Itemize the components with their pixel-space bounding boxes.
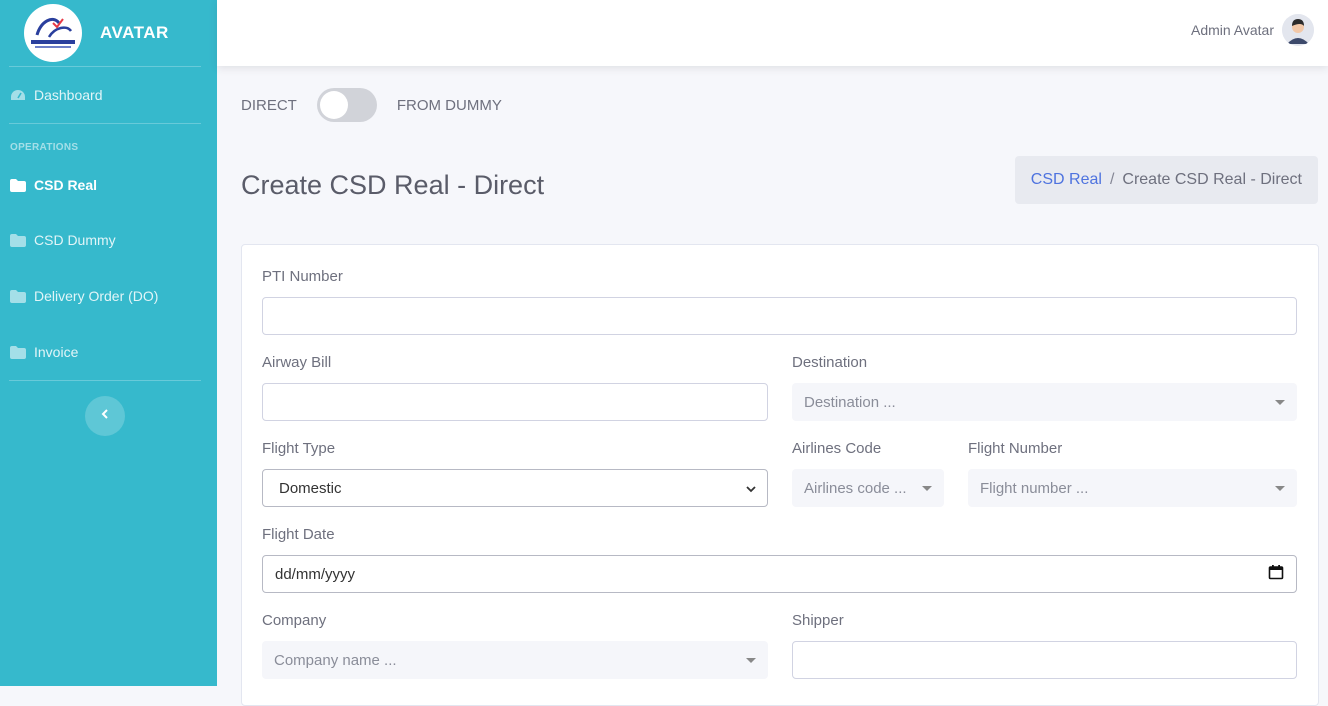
- mode-from-dummy-label: FROM DUMMY: [396, 96, 502, 114]
- shipper-input[interactable]: [792, 641, 1297, 679]
- mode-toggle[interactable]: [316, 88, 377, 122]
- caret-down-icon: [922, 485, 932, 491]
- sidebar-item-delivery-order[interactable]: Delivery Order (DO): [0, 268, 217, 324]
- brand[interactable]: AVATAR: [0, 0, 217, 66]
- mode-switch: DIRECT FROM DUMMY: [241, 88, 502, 122]
- shipper-label: Shipper: [792, 612, 844, 629]
- flight-type-value: Domestic: [279, 479, 342, 497]
- calendar-icon[interactable]: [1268, 564, 1284, 584]
- company-select[interactable]: Company name ...: [262, 641, 768, 679]
- sidebar-item-label: CSD Real: [34, 177, 98, 193]
- airlines-code-select[interactable]: Airlines code ...: [792, 469, 944, 507]
- breadcrumb-current: Create CSD Real - Direct: [1122, 171, 1302, 188]
- caret-down-icon: [1275, 399, 1285, 405]
- breadcrumb-separator: /: [1109, 171, 1115, 188]
- sidebar-item-label: CSD Dummy: [34, 232, 116, 248]
- destination-placeholder: Destination ...: [804, 393, 896, 411]
- sidebar-item-csd-dummy[interactable]: CSD Dummy: [0, 212, 217, 268]
- flight-number-select[interactable]: Flight number ...: [968, 469, 1297, 507]
- avatar: [1282, 14, 1314, 46]
- sidebar-item-dashboard[interactable]: Dashboard: [0, 67, 217, 123]
- breadcrumb-link-csd-real[interactable]: CSD Real: [1031, 171, 1102, 189]
- breadcrumb: CSD Real / Create CSD Real - Direct: [1014, 156, 1318, 204]
- sidebar-item-label: Dashboard: [34, 87, 103, 103]
- flight-type-select[interactable]: Domestic: [262, 469, 768, 507]
- folder-icon: [10, 233, 26, 247]
- topbar: Admin Avatar: [217, 0, 1328, 66]
- form-card: PTI Number Airway Bill Destination Desti…: [241, 244, 1319, 706]
- flight-date-input[interactable]: dd/mm/yyyy: [262, 555, 1297, 593]
- pti-number-input[interactable]: [262, 297, 1297, 335]
- airlines-code-label: Airlines Code: [792, 440, 882, 457]
- flight-date-label: Flight Date: [262, 526, 335, 543]
- company-label: Company: [262, 612, 327, 629]
- folder-icon: [10, 345, 26, 359]
- sidebar-divider: [9, 380, 201, 381]
- flight-type-label: Flight Type: [262, 440, 336, 457]
- sidebar-toggle-button[interactable]: [85, 396, 125, 436]
- mode-direct-label: DIRECT: [241, 96, 297, 114]
- user-name: Admin Avatar: [1190, 22, 1274, 38]
- destination-label: Destination: [792, 354, 868, 371]
- caret-down-icon: [746, 657, 756, 663]
- flight-number-label: Flight Number: [968, 440, 1063, 457]
- pti-number-label: PTI Number: [262, 268, 343, 285]
- toggle-knob: [319, 91, 348, 119]
- folder-icon: [10, 178, 26, 192]
- flight-date-placeholder: dd/mm/yyyy: [275, 565, 356, 583]
- airway-bill-input[interactable]: [262, 383, 768, 421]
- brand-logo: [24, 4, 82, 62]
- company-placeholder: Company name ...: [274, 651, 397, 669]
- tachometer-icon: [10, 88, 26, 102]
- airlines-code-placeholder: Airlines code ...: [804, 479, 907, 497]
- sidebar-item-label: Delivery Order (DO): [34, 288, 159, 304]
- destination-select[interactable]: Destination ...: [792, 383, 1297, 421]
- flight-number-placeholder: Flight number ...: [980, 479, 1089, 497]
- brand-name: AVATAR: [100, 23, 169, 42]
- folder-icon: [10, 289, 26, 303]
- sidebar: AVATAR Dashboard OPERATIONS CSD Real CSD…: [0, 0, 217, 686]
- chevron-left-icon: [100, 407, 110, 425]
- sidebar-item-csd-real[interactable]: CSD Real: [0, 158, 217, 212]
- sidebar-heading: OPERATIONS: [10, 142, 79, 153]
- sidebar-item-label: Invoice: [34, 344, 79, 360]
- sidebar-item-invoice[interactable]: Invoice: [0, 324, 217, 380]
- chevron-down-icon: [745, 480, 757, 497]
- airway-bill-label: Airway Bill: [262, 354, 332, 371]
- page-title: Create CSD Real - Direct: [241, 170, 545, 200]
- caret-down-icon: [1275, 485, 1285, 491]
- user-menu[interactable]: Admin Avatar: [1191, 14, 1314, 46]
